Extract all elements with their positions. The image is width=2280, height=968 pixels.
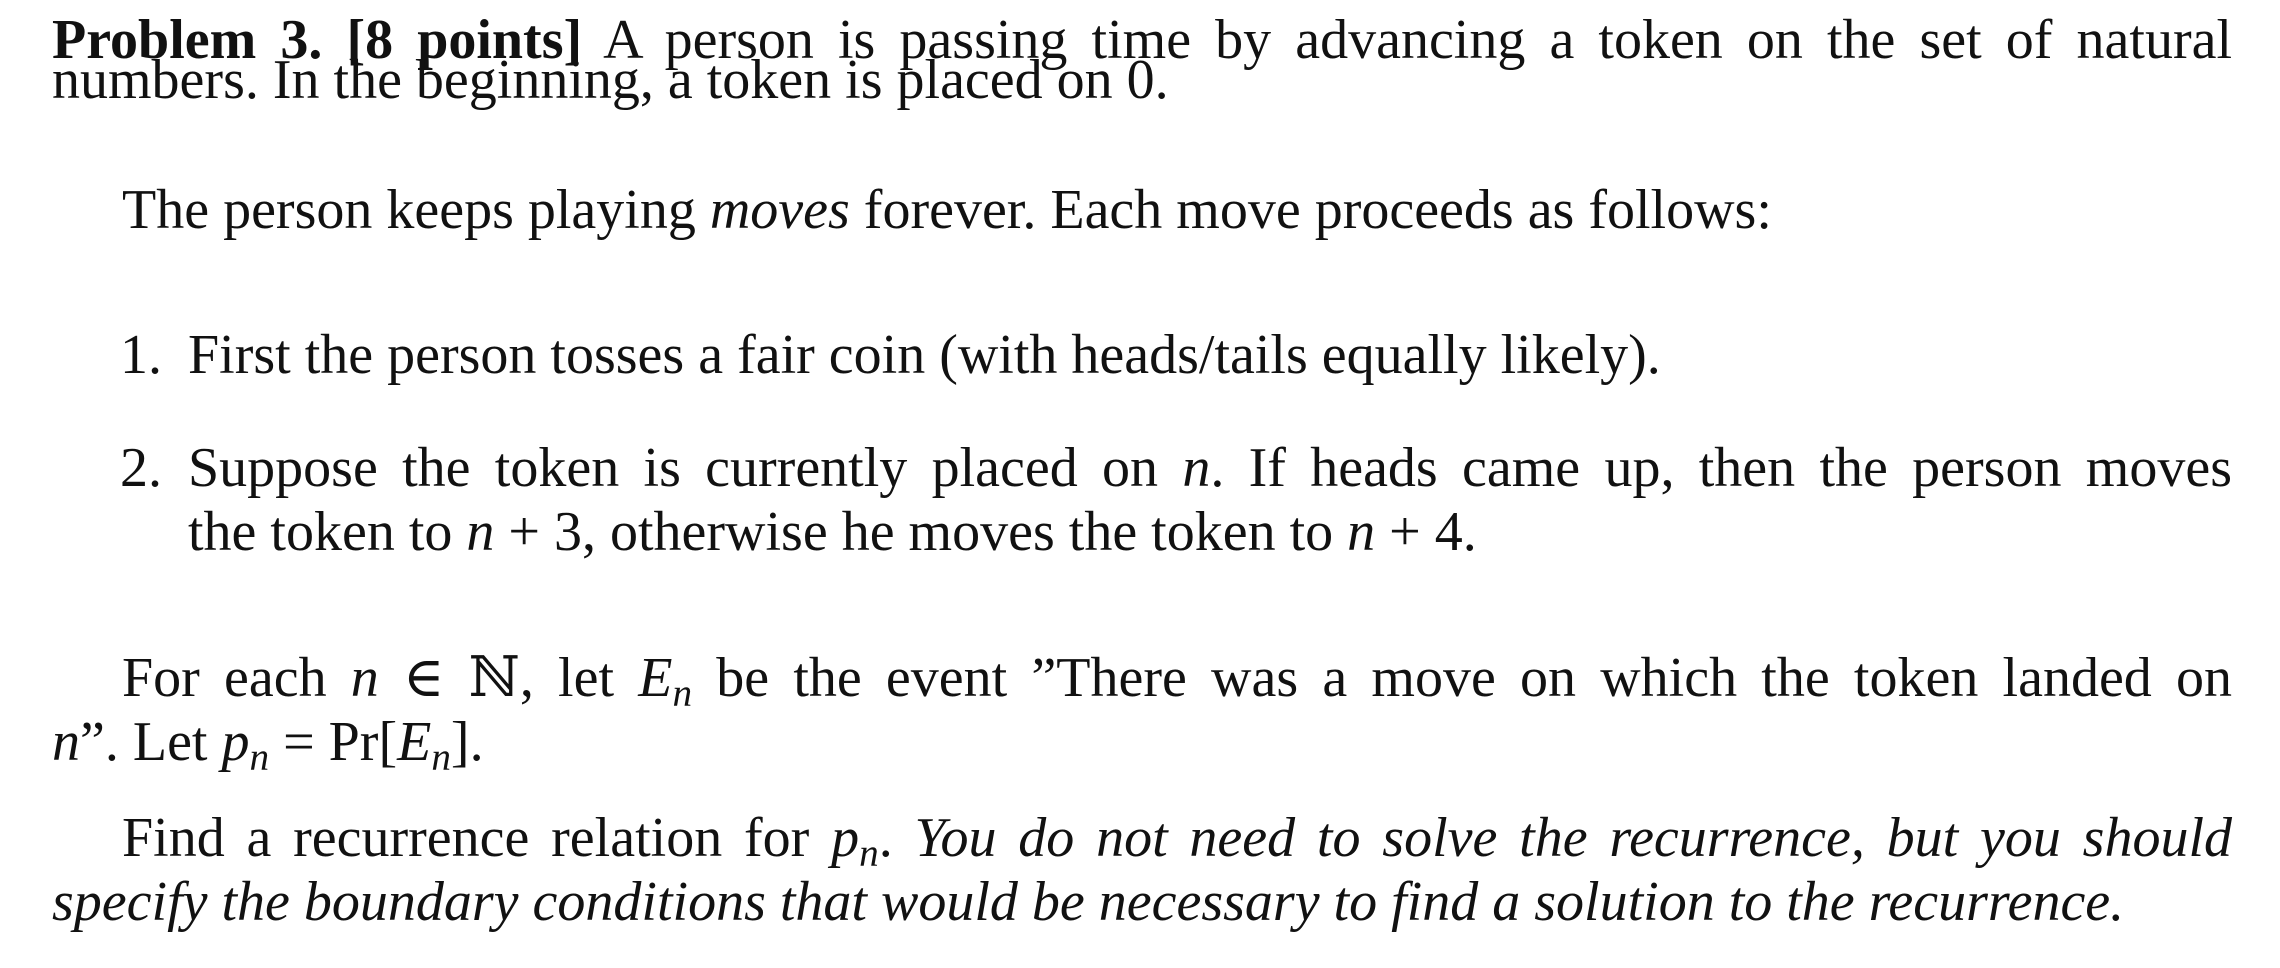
problem-page: Problem 3. [8 points] A person is passin… <box>52 0 2232 968</box>
moves-paragraph: The person keeps playing moves forever. … <box>122 179 1772 241</box>
math-in-naturals: ∈ ℕ <box>378 647 520 709</box>
math-subscript-n: n <box>249 735 270 779</box>
math-n: n <box>350 647 379 709</box>
math-subscript-n: n <box>859 831 879 875</box>
task-paragraph-line2: specify the boundary conditions that wou… <box>52 871 2125 933</box>
task-paragraph-line1: Find a recurrence relation for pn. You d… <box>122 807 2232 875</box>
math-n: n <box>466 501 495 563</box>
list-item-1-text: First the person tosses a fair coin (wit… <box>188 324 1661 386</box>
math-plus-three: + 3 <box>494 501 582 563</box>
math-subscript-n: n <box>431 735 451 779</box>
problem-intro-line2: numbers. In the beginning, a token is pl… <box>52 49 1169 111</box>
math-p: p <box>221 711 250 773</box>
list-item-1-number: 1. <box>120 324 162 386</box>
math-subscript-n: n <box>672 671 693 715</box>
event-paragraph-line1: For each n ∈ ℕ, let En be the event ”The… <box>122 647 2233 715</box>
math-n: n <box>52 711 80 773</box>
math-plus-four: + 4 <box>1375 501 1463 563</box>
math-equals-pr: = Pr[ <box>269 711 398 773</box>
zero-value: 0 <box>1126 49 1155 111</box>
math-E: E <box>638 647 673 709</box>
task-instruction-italic: You do not need to solve the recurrence,… <box>914 807 2232 869</box>
moves-emphasis: moves <box>709 179 850 241</box>
event-paragraph-line2: n”. Let pn = Pr[En]. <box>52 711 484 779</box>
list-item-2-number: 2. <box>120 437 162 499</box>
list-item-2-line1: Suppose the token is currently placed on… <box>188 437 2232 499</box>
math-n: n <box>1182 437 1211 499</box>
math-n: n <box>1347 501 1376 563</box>
math-p: p <box>831 807 860 869</box>
list-item-2-line2: the token to n + 3, otherwise he moves t… <box>188 501 1477 563</box>
math-E: E <box>397 711 432 773</box>
